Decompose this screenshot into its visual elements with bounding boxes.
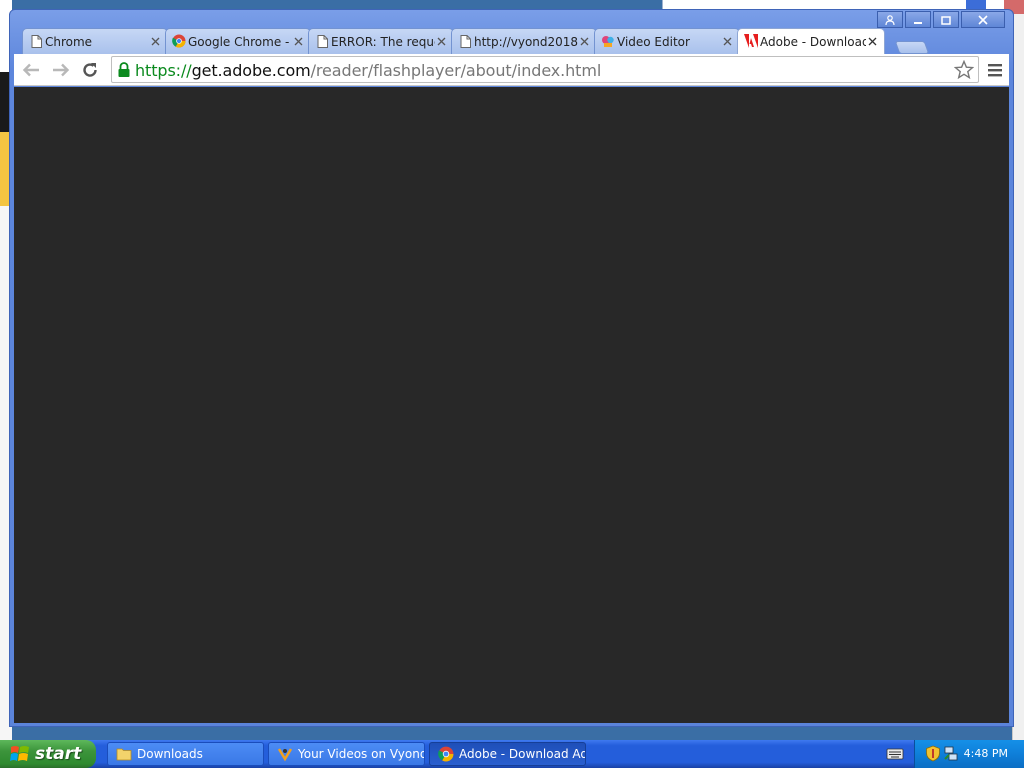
close-tab-icon[interactable] (577, 34, 591, 48)
browser-window: Chrome Google Chrome - Download (9, 9, 1014, 727)
bookmark-star-icon[interactable] (954, 60, 974, 80)
video-editor-icon (601, 34, 615, 48)
tab-title: Video Editor (617, 34, 690, 49)
page-icon (315, 34, 329, 48)
network-icon[interactable] (943, 745, 959, 762)
tab-adobe-download[interactable]: Adobe - Download (737, 28, 885, 54)
close-icon (978, 14, 988, 25)
person-icon (885, 14, 895, 25)
chrome-logo-icon (172, 34, 186, 48)
tab-error[interactable]: ERROR: The requested URL (308, 28, 454, 54)
task-label: Adobe - Download Ad... (459, 747, 586, 761)
adobe-icon (744, 34, 758, 48)
taskbar-item-downloads[interactable]: Downloads (107, 742, 264, 766)
taskbar-item-adobe[interactable]: Adobe - Download Ad... (429, 742, 586, 766)
url-text: https://get.adobe.com/reader/flashplayer… (135, 61, 601, 80)
task-label: Your Videos on Vyond... (298, 747, 425, 761)
tab-title: http://vyond2018 (474, 34, 578, 49)
close-tab-icon[interactable] (148, 34, 162, 48)
tab-vyond[interactable]: http://vyond2018 (451, 28, 597, 54)
browser-toolbar: https://get.adobe.com/reader/flashplayer… (14, 54, 1009, 86)
task-label: Downloads (137, 747, 203, 761)
url-scheme: https:// (135, 61, 192, 80)
close-tab-icon[interactable] (434, 34, 448, 48)
url-host: get.adobe.com (191, 61, 311, 80)
tab-title: Chrome (45, 34, 93, 49)
clock[interactable]: 4:48 PM (964, 747, 1008, 760)
tab-title: Google Chrome - Download (188, 34, 292, 49)
page-icon (458, 34, 472, 48)
tab-strip: Chrome Google Chrome - Download (22, 28, 1002, 54)
vyond-icon (277, 748, 293, 762)
url-path: /reader/flashplayer/about/index.html (310, 61, 602, 80)
start-label: start (35, 744, 82, 764)
tab-title: ERROR: The requested URL (331, 34, 435, 49)
profile-button[interactable] (877, 11, 903, 28)
tab-video-editor[interactable]: Video Editor (594, 28, 740, 54)
reload-button[interactable] (79, 60, 101, 80)
tab-title: Adobe - Download (760, 34, 866, 49)
keyboard-icon[interactable] (886, 746, 904, 762)
menu-icon[interactable] (986, 61, 1004, 79)
maximize-button[interactable] (933, 11, 959, 28)
close-tab-icon[interactable] (865, 34, 879, 48)
restore-icon (941, 15, 951, 25)
close-tab-icon[interactable] (291, 34, 305, 48)
forward-arrow-icon (53, 63, 70, 77)
taskbar-item-vyond[interactable]: Your Videos on Vyond... (268, 742, 425, 766)
minimize-button[interactable] (905, 11, 931, 28)
address-bar[interactable]: https://get.adobe.com/reader/flashplayer… (111, 56, 979, 83)
back-button[interactable] (20, 60, 42, 80)
taskbar: start Downloads Your Videos on Vyond... … (0, 740, 1024, 768)
minimize-icon (914, 21, 922, 24)
folder-icon (116, 748, 132, 761)
windows-logo-icon (10, 746, 29, 761)
lock-icon (118, 62, 130, 77)
window-controls (877, 11, 1005, 29)
security-shield-icon[interactable] (925, 745, 941, 762)
reload-icon (83, 63, 97, 77)
page-content[interactable] (14, 87, 1009, 723)
page-icon (29, 34, 43, 48)
back-arrow-icon (22, 63, 39, 77)
close-tab-icon[interactable] (720, 34, 734, 48)
system-tray: 4:48 PM (914, 740, 1024, 768)
forward-button[interactable] (50, 60, 72, 80)
close-window-button[interactable] (961, 11, 1005, 28)
new-tab-button[interactable] (894, 41, 930, 54)
tab-chrome[interactable]: Chrome (22, 28, 168, 54)
start-button[interactable]: start (0, 740, 96, 768)
chrome-logo-icon (438, 746, 454, 762)
tab-google-chrome[interactable]: Google Chrome - Download (165, 28, 311, 54)
